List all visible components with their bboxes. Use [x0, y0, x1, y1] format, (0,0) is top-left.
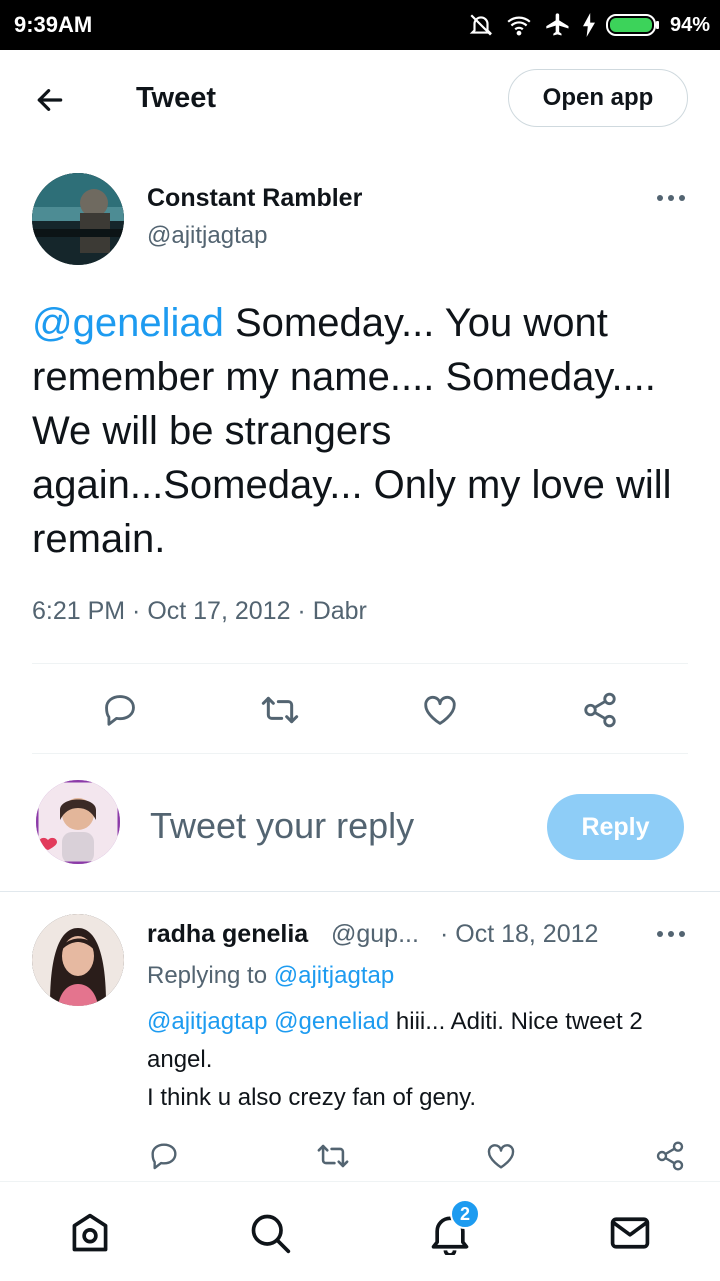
reply-mention-link[interactable]: @geneliad: [274, 1008, 389, 1035]
heart-icon: [424, 695, 456, 725]
battery-icon: [605, 14, 659, 36]
status-icons: 94%: [468, 10, 710, 40]
top-bar: Tweet Open app: [0, 50, 720, 150]
retweet-icon: [317, 1144, 349, 1168]
reply-comment-action[interactable]: [140, 1132, 188, 1180]
open-app-button[interactable]: Open app: [508, 69, 688, 127]
page-title: Tweet: [136, 82, 217, 114]
charging-icon: [582, 13, 595, 37]
divider: [32, 753, 688, 754]
replying-prefix: Replying to: [147, 962, 274, 989]
reply-retweet-action[interactable]: [309, 1132, 357, 1180]
reply-like-action[interactable]: [477, 1132, 525, 1180]
back-arrow-icon: [37, 89, 63, 111]
home-icon: [72, 1213, 108, 1252]
wifi-icon: [507, 16, 531, 36]
tweet-mention-link[interactable]: @geneliad: [32, 301, 224, 345]
tweet-timestamp: 6:21 PM · Oct 17, 2012 · Dabr: [32, 597, 367, 625]
reply-author-handle[interactable]: @gup...: [331, 920, 419, 949]
reply-mention-link[interactable]: @ajitjagtap: [147, 1008, 267, 1035]
more-icon: [657, 195, 685, 201]
reply-text: @ajitjagtap @geneliad hiii... Aditi. Nic…: [147, 1003, 687, 1117]
author-avatar-image: [32, 173, 124, 265]
user-avatar-image: [36, 780, 120, 864]
notification-badge: 2: [450, 1199, 480, 1229]
back-button[interactable]: [28, 78, 72, 122]
comment-icon: [151, 1143, 177, 1170]
more-icon: [657, 931, 685, 937]
retweet-action[interactable]: [256, 686, 304, 734]
search-icon: [251, 1214, 291, 1254]
reply-more-button[interactable]: [654, 922, 688, 946]
author-name[interactable]: Constant Rambler: [147, 184, 362, 213]
divider: [0, 891, 720, 892]
reply-body-line2: I think u also crezy fan of geny.: [147, 1084, 477, 1111]
reply-date[interactable]: · Oct 18, 2012: [440, 920, 598, 949]
like-action[interactable]: [416, 686, 464, 734]
replying-to-link[interactable]: @ajitjagtap: [274, 962, 394, 989]
reply-share-action[interactable]: [646, 1132, 694, 1180]
status-time: 9:39AM: [14, 12, 93, 37]
user-avatar[interactable]: [36, 780, 120, 864]
reply-author-avatar[interactable]: [32, 914, 124, 1006]
reply-button[interactable]: Reply: [547, 794, 684, 860]
retweet-icon: [261, 696, 299, 724]
tweet-text: @geneliad Someday... You wont remember m…: [32, 296, 692, 566]
replying-to: Replying to @ajitjagtap: [147, 962, 394, 990]
author-avatar[interactable]: [32, 173, 124, 265]
nav-search[interactable]: [246, 1209, 294, 1257]
share-icon: [656, 1141, 684, 1171]
status-bar: 9:39AM 94%: [0, 0, 720, 50]
reply-action[interactable]: [96, 686, 144, 734]
share-icon: [584, 692, 616, 728]
author-handle[interactable]: @ajitjagtap: [147, 222, 267, 250]
heart-icon: [487, 1144, 515, 1169]
nav-messages[interactable]: [606, 1209, 654, 1257]
airplane-icon: [546, 13, 569, 36]
bottom-nav: 2: [0, 1181, 720, 1281]
battery-percent: 94%: [669, 13, 710, 36]
tweet-more-button[interactable]: [654, 186, 688, 210]
reply-author-name[interactable]: radha genelia: [147, 920, 308, 949]
reply-input[interactable]: Tweet your reply: [150, 805, 414, 847]
reply-author-avatar-image: [32, 914, 124, 1006]
mail-icon: [610, 1217, 650, 1249]
mute-icon: [469, 14, 493, 36]
share-action[interactable]: [576, 686, 624, 734]
divider: [32, 663, 688, 664]
comment-icon: [105, 695, 135, 726]
nav-home[interactable]: [66, 1209, 114, 1257]
